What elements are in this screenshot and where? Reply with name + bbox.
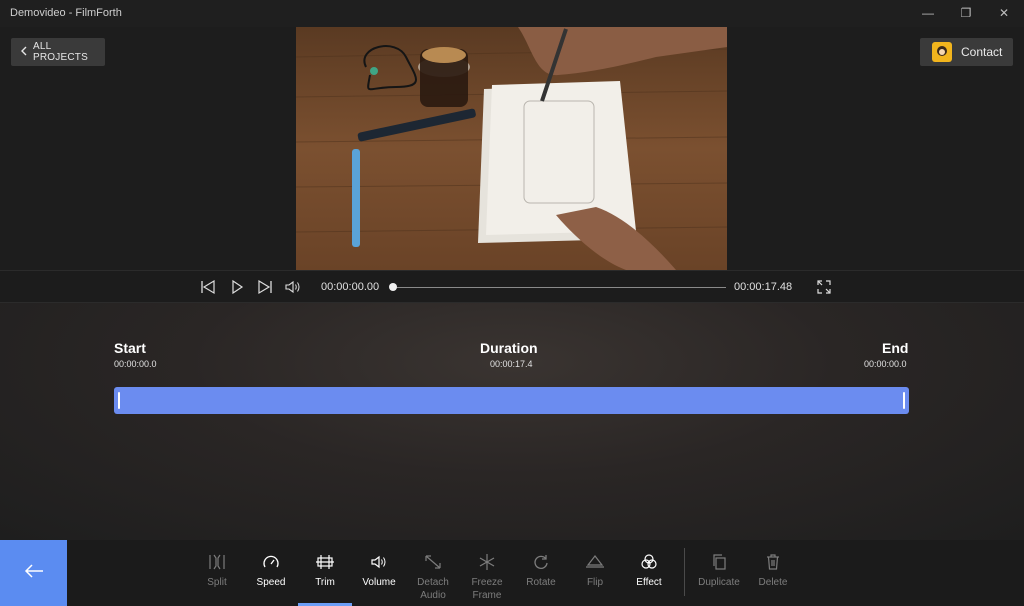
tool-label: Speed	[256, 577, 286, 588]
fullscreen-icon[interactable]	[816, 279, 834, 295]
duplicate-icon	[709, 553, 729, 571]
tool-label: Effect	[636, 577, 662, 588]
total-time: 00:00:17.48	[734, 281, 793, 293]
edit-toolbar: Split Speed Trim Volume Detach Audio Fre…	[0, 540, 1024, 606]
chevron-left-icon	[20, 46, 27, 59]
detach-audio-icon	[423, 553, 443, 571]
tool-volume[interactable]: Volume	[352, 540, 406, 606]
player-controls: 00:00:00.00 00:00:17.48	[0, 270, 1024, 303]
tool-delete[interactable]: Delete	[746, 540, 800, 606]
video-preview[interactable]	[296, 27, 727, 270]
volume-icon	[369, 553, 389, 571]
tool-detach-audio[interactable]: Detach Audio	[406, 540, 460, 606]
skip-back-icon[interactable]	[200, 279, 218, 295]
all-projects-label: ALL PROJECTS	[33, 41, 88, 63]
tool-label: Trim	[315, 577, 335, 588]
tool-rotate[interactable]: Rotate	[514, 540, 568, 606]
tool-flip[interactable]: Flip	[568, 540, 622, 606]
tool-duplicate[interactable]: Duplicate	[692, 540, 746, 606]
title-bar: Demovideo - FilmForth — ❐ ✕	[0, 0, 1024, 27]
rotate-icon	[531, 553, 551, 571]
effect-icon	[639, 553, 659, 571]
play-icon[interactable]	[229, 279, 247, 295]
volume-icon[interactable]	[284, 279, 302, 295]
seek-bar[interactable]	[393, 287, 726, 288]
tool-label: Flip	[586, 577, 604, 588]
tool-split[interactable]: Split	[190, 540, 244, 606]
trim-range-bar[interactable]	[114, 387, 909, 414]
end-value: 00:00:00.0	[864, 359, 907, 369]
snowflake-icon	[477, 553, 497, 571]
trim-icon	[315, 553, 335, 571]
contact-avatar-icon	[932, 42, 952, 62]
speed-icon	[261, 553, 281, 571]
toolbar-divider	[684, 548, 685, 596]
tool-freeze-frame[interactable]: Freeze Frame	[460, 540, 514, 606]
tool-label: Duplicate	[698, 577, 740, 588]
arrow-left-icon	[24, 563, 44, 583]
start-label: Start	[114, 340, 146, 356]
tool-label: Freeze Frame	[471, 577, 503, 601]
video-frame-image	[296, 27, 727, 270]
restore-button[interactable]: ❐	[946, 0, 986, 27]
window-title: Demovideo - FilmForth	[10, 7, 122, 19]
tool-label: Rotate	[526, 577, 556, 588]
tool-effect[interactable]: Effect	[622, 540, 676, 606]
current-time: 00:00:00.00	[321, 281, 380, 293]
tool-label: Volume	[362, 577, 396, 588]
minimize-button[interactable]: —	[908, 0, 948, 27]
trim-panel: Start 00:00:00.0 Duration 00:00:17.4 End…	[0, 303, 1024, 540]
tool-label: Split	[207, 577, 227, 588]
back-button[interactable]	[0, 540, 67, 606]
end-label: End	[882, 340, 909, 356]
trim-end-handle[interactable]	[903, 392, 905, 409]
trash-icon	[763, 553, 783, 571]
contact-label: Contact	[961, 45, 1003, 59]
tool-speed[interactable]: Speed	[244, 540, 298, 606]
split-icon	[207, 553, 227, 571]
start-value: 00:00:00.0	[114, 359, 157, 369]
tool-label: Delete	[758, 577, 788, 588]
tool-label: Detach Audio	[417, 577, 449, 601]
close-button[interactable]: ✕	[984, 0, 1024, 27]
all-projects-button[interactable]: ALL PROJECTS	[11, 38, 105, 66]
duration-label: Duration	[480, 340, 538, 356]
flip-icon	[585, 553, 605, 571]
seek-handle[interactable]	[389, 283, 397, 291]
skip-forward-icon[interactable]	[257, 279, 275, 295]
trim-start-handle[interactable]	[118, 392, 120, 409]
duration-value: 00:00:17.4	[490, 359, 533, 369]
tool-trim[interactable]: Trim	[298, 540, 352, 606]
contact-button[interactable]: Contact	[920, 38, 1013, 66]
preview-area: ALL PROJECTS Contact	[0, 27, 1024, 270]
